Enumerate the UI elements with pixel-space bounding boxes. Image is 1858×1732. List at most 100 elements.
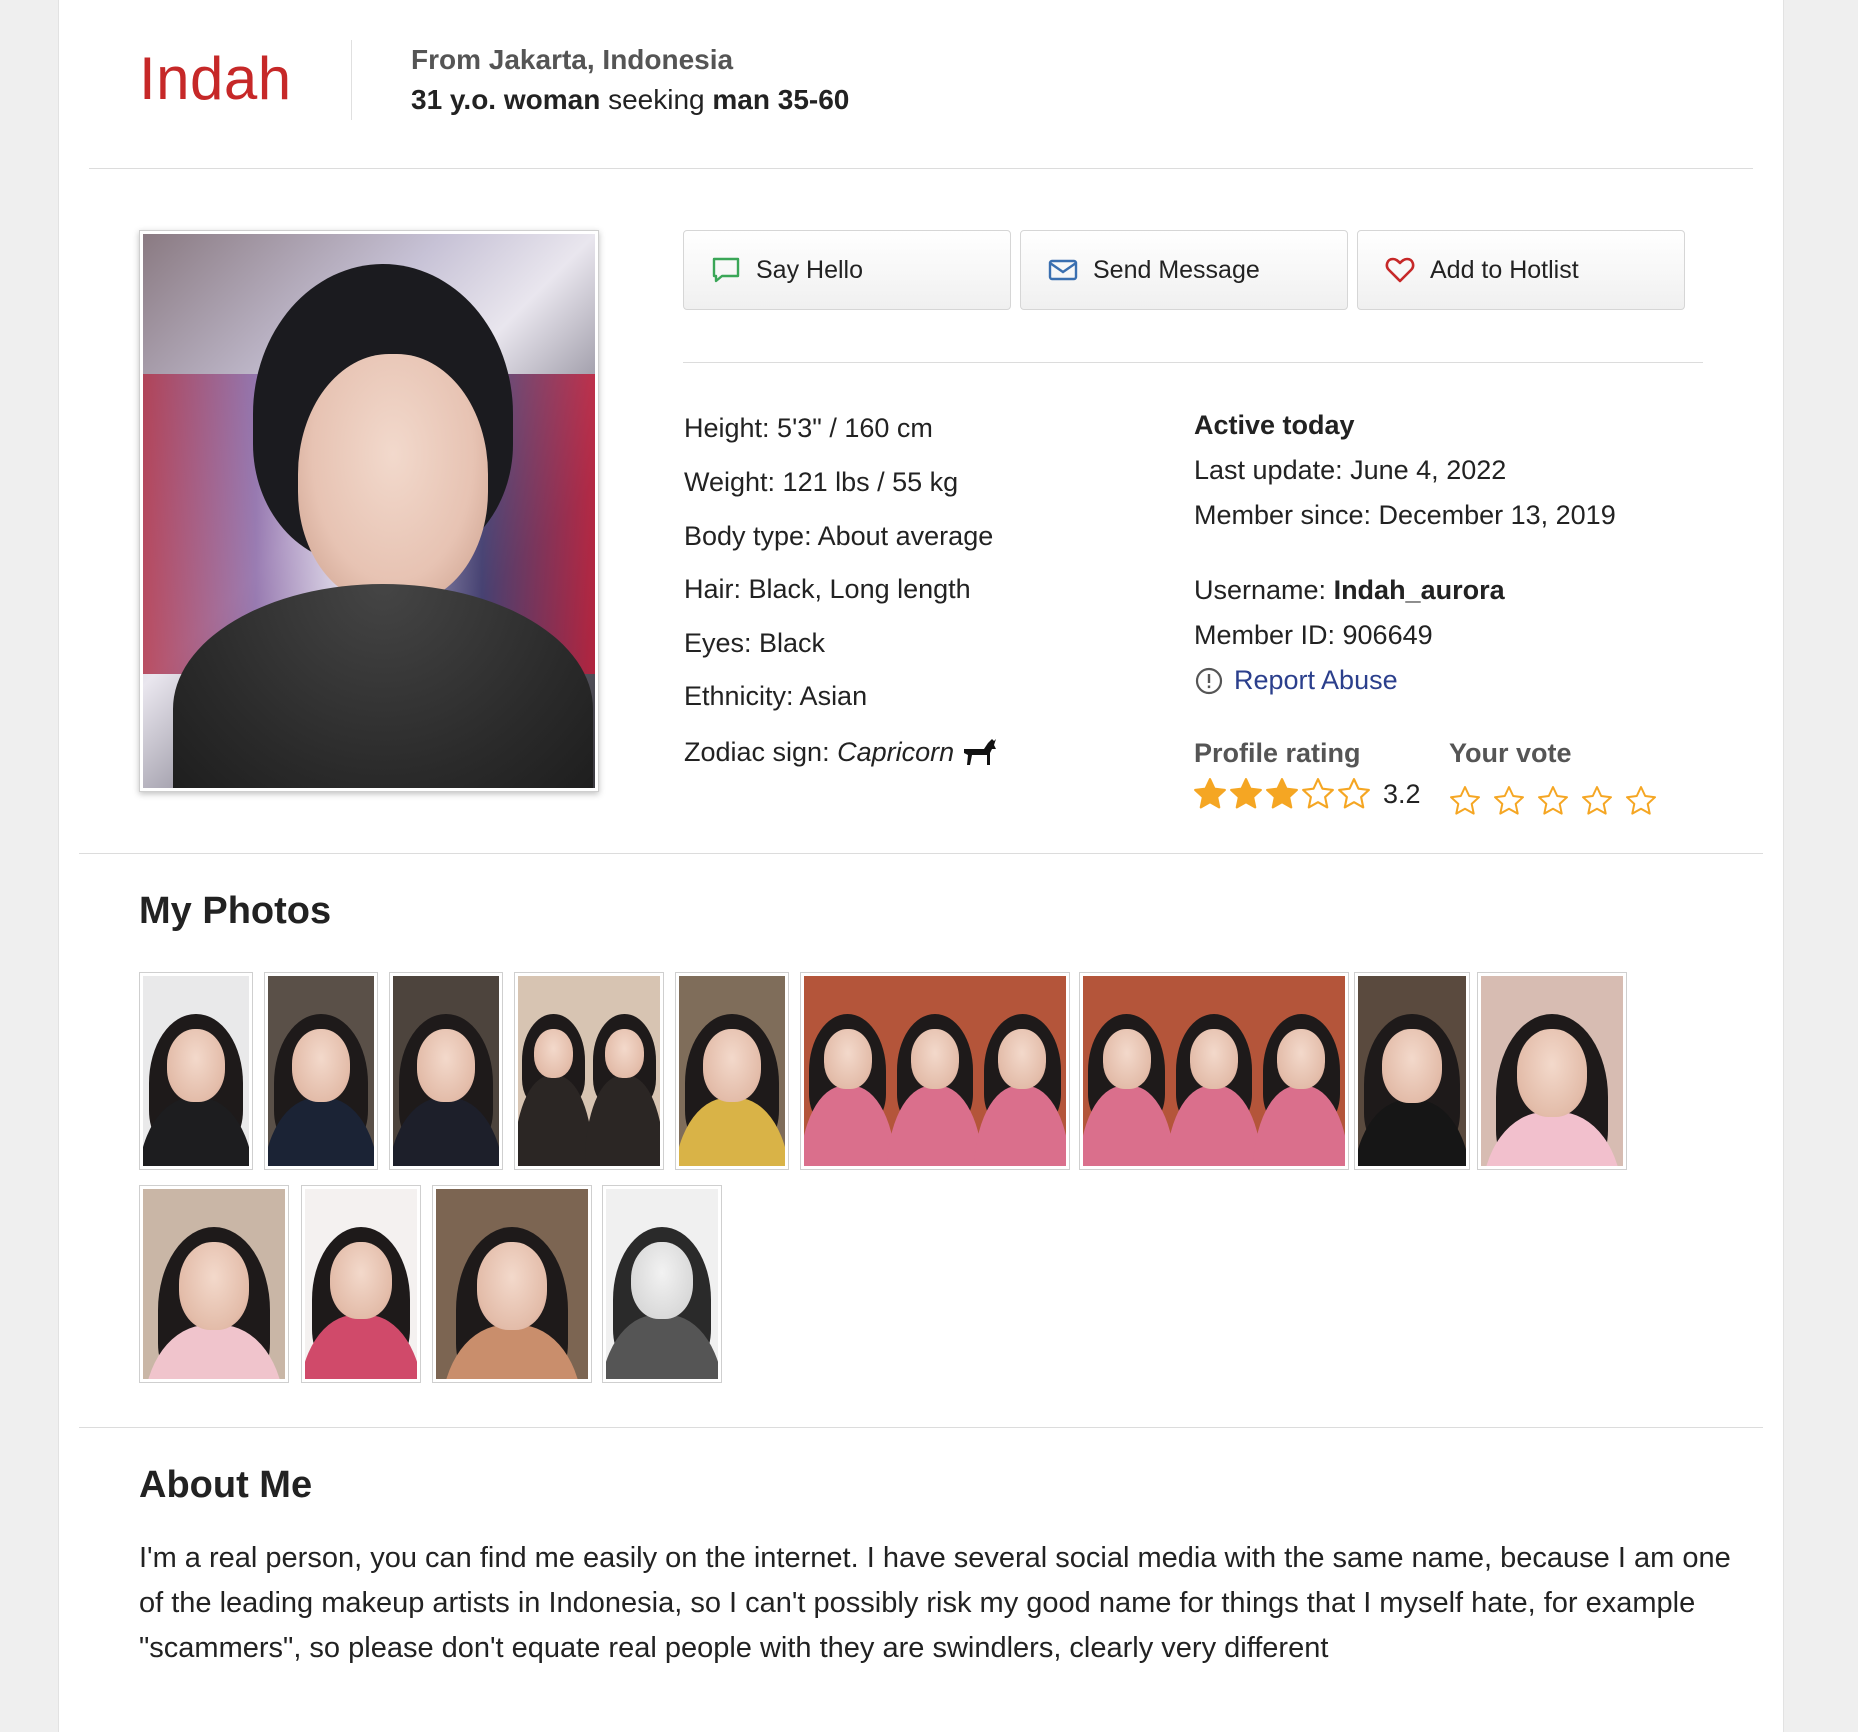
photo-face — [166, 1029, 226, 1103]
send-message-label: Send Message — [1093, 255, 1260, 284]
rating-star-icon — [1266, 778, 1298, 809]
last-update: Last update: June 4, 2022 — [1194, 455, 1507, 485]
zodiac-label: Zodiac sign: — [684, 736, 830, 767]
username-label: Username: — [1194, 575, 1327, 605]
photo-thumbnail[interactable] — [602, 1185, 722, 1383]
photo-face — [998, 1029, 1047, 1090]
photo-face — [330, 1242, 392, 1320]
profile-rating-value: 3.2 — [1383, 778, 1421, 809]
photo-thumbnail[interactable] — [1477, 972, 1627, 1170]
section-divider-about — [79, 1427, 1763, 1428]
photo-face — [298, 354, 488, 604]
about-me-title: About Me — [139, 1464, 313, 1506]
photo-face — [1102, 1029, 1151, 1090]
photo-thumbnail[interactable] — [1079, 972, 1349, 1170]
photo-thumbnail[interactable] — [1354, 972, 1470, 1170]
photo-thumbnail[interactable] — [432, 1185, 592, 1383]
seeking-age: 31 y.o. woman — [411, 84, 601, 115]
member-id: Member ID: 906649 — [1194, 620, 1433, 650]
profile-rating-label: Profile rating — [1194, 738, 1361, 768]
vote-star-icon[interactable] — [1581, 785, 1613, 817]
photo-thumbnail[interactable] — [301, 1185, 421, 1383]
username-value: Indah_aurora — [1333, 575, 1505, 605]
rating-star-icon — [1338, 778, 1370, 809]
photo-image — [804, 976, 1066, 1166]
photo-thumbnail[interactable] — [389, 972, 503, 1170]
profile-seeking: 31 y.o. woman seeking man 35-60 — [411, 84, 849, 116]
photo-thumbnail[interactable] — [800, 972, 1070, 1170]
photo-face — [533, 1029, 574, 1078]
activity-status: Active today — [1194, 410, 1355, 440]
profile-rating-stars: 3.2 — [1193, 777, 1421, 811]
photo-thumbnail[interactable] — [139, 1185, 289, 1383]
photo-image — [305, 1189, 417, 1379]
photo-thumbnail[interactable] — [264, 972, 378, 1170]
detail-weight: Weight: 121 lbs / 55 kg — [684, 467, 959, 497]
say-hello-label: Say Hello — [756, 255, 863, 284]
photo-image — [1083, 976, 1345, 1166]
photo-image — [268, 976, 374, 1166]
goat-icon — [964, 739, 997, 765]
photo-image — [606, 1189, 718, 1379]
photo-face — [1189, 1029, 1238, 1090]
add-to-hotlist-label: Add to Hotlist — [1430, 255, 1579, 284]
photo-image — [143, 1189, 285, 1379]
seeking-target: man 35-60 — [712, 84, 850, 115]
photo-face — [631, 1242, 693, 1320]
rating-star-icon — [1230, 778, 1262, 809]
rating-star-icon — [1194, 778, 1226, 809]
say-hello-button[interactable]: Say Hello — [683, 230, 1011, 310]
your-vote-stars — [1449, 785, 1669, 817]
photo-face — [1277, 1029, 1326, 1090]
photo-image — [1481, 976, 1623, 1166]
photo-thumbnail[interactable] — [514, 972, 664, 1170]
header-divider — [351, 40, 352, 120]
section-divider-photos — [79, 853, 1763, 854]
photo-face — [416, 1029, 476, 1103]
profile-location: From Jakarta, Indonesia — [411, 44, 734, 75]
photo-face — [179, 1242, 249, 1330]
photo-face — [910, 1029, 959, 1090]
vote-star-icon[interactable] — [1625, 785, 1657, 817]
vote-star-icon[interactable] — [1493, 785, 1525, 817]
chat-icon — [712, 257, 740, 283]
send-message-button[interactable]: Send Message — [1020, 230, 1348, 310]
report-abuse-label: Report Abuse — [1234, 665, 1398, 695]
vote-star-icon[interactable] — [1537, 785, 1569, 817]
photo-face — [477, 1242, 547, 1330]
photo-image — [143, 976, 249, 1166]
alert-circle-icon — [1195, 667, 1223, 694]
detail-body-type: Body type: About average — [684, 521, 994, 551]
report-abuse-link[interactable]: Report Abuse — [1194, 665, 1398, 696]
member-since: Member since: December 13, 2019 — [1194, 500, 1616, 530]
profile-name: Indah — [139, 45, 292, 112]
vote-star-icon[interactable] — [1449, 785, 1481, 817]
actions-divider — [683, 362, 1703, 363]
about-me-text: I'm a real person, you can find me easil… — [139, 1542, 1731, 1664]
seeking-verb: seeking — [608, 84, 705, 115]
detail-eyes: Eyes: Black — [684, 628, 826, 658]
my-photos-title: My Photos — [139, 890, 332, 932]
your-vote-label: Your vote — [1449, 738, 1572, 768]
envelope-icon — [1048, 259, 1078, 281]
photo-face — [702, 1029, 762, 1103]
username: Username: Indah_aurora — [1194, 575, 1505, 606]
header-divider-line — [89, 168, 1753, 169]
photo-image — [393, 976, 499, 1166]
profile-page: Indah From Jakarta, Indonesia 31 y.o. wo… — [58, 0, 1784, 1732]
photo-face — [291, 1029, 351, 1103]
photo-thumbnail[interactable] — [139, 972, 253, 1170]
detail-ethnicity: Ethnicity: Asian — [684, 681, 868, 711]
photo-image — [1358, 976, 1466, 1166]
detail-zodiac: Zodiac sign: Capricorn — [684, 735, 1000, 769]
photo-image — [679, 976, 785, 1166]
heart-icon — [1385, 257, 1415, 283]
photo-face — [1382, 1029, 1442, 1104]
photo-image — [436, 1189, 588, 1379]
main-profile-photo[interactable] — [139, 230, 599, 792]
photo-face — [823, 1029, 872, 1090]
photo-image — [518, 976, 660, 1166]
add-to-hotlist-button[interactable]: Add to Hotlist — [1357, 230, 1685, 310]
photo-thumbnail[interactable] — [675, 972, 789, 1170]
main-photo-image — [143, 234, 595, 788]
